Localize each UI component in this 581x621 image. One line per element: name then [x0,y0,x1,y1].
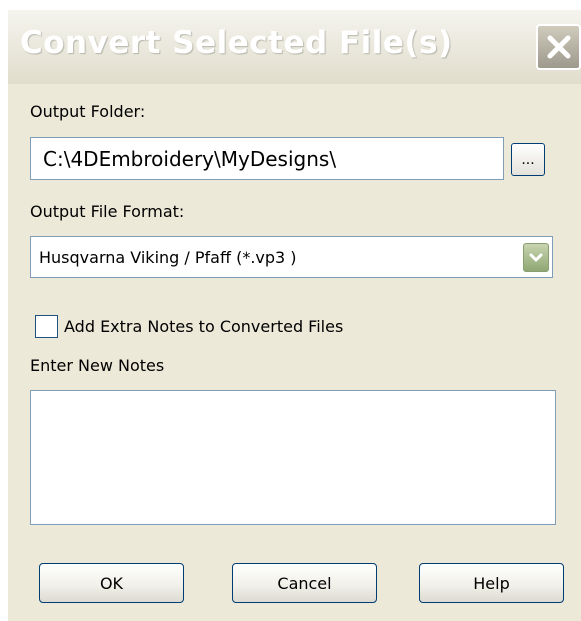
enter-notes-label: Enter New Notes [30,356,165,375]
close-icon [547,35,570,59]
chevron-down-icon [529,253,543,261]
notes-textarea[interactable] [30,390,556,525]
add-notes-checkbox[interactable] [35,315,58,338]
cancel-button[interactable]: Cancel [232,563,377,603]
output-format-value: Husqvarna Viking / Pfaff (*.vp3 ) [39,248,297,267]
dropdown-button[interactable] [523,243,549,272]
convert-dialog: Convert Selected File(s) Output Folder: … [8,10,581,621]
browse-button[interactable]: ... [511,143,545,176]
dialog-title: Convert Selected File(s) [20,25,453,61]
output-format-select[interactable]: Husqvarna Viking / Pfaff (*.vp3 ) [30,236,553,278]
output-folder-input[interactable] [30,137,504,180]
title-bar[interactable]: Convert Selected File(s) [8,10,581,84]
output-folder-label: Output Folder: [30,102,146,121]
output-format-label: Output File Format: [30,202,185,221]
close-button[interactable] [536,24,581,70]
ok-button[interactable]: OK [39,563,184,603]
add-notes-label[interactable]: Add Extra Notes to Converted Files [64,317,343,336]
help-button[interactable]: Help [419,563,564,603]
